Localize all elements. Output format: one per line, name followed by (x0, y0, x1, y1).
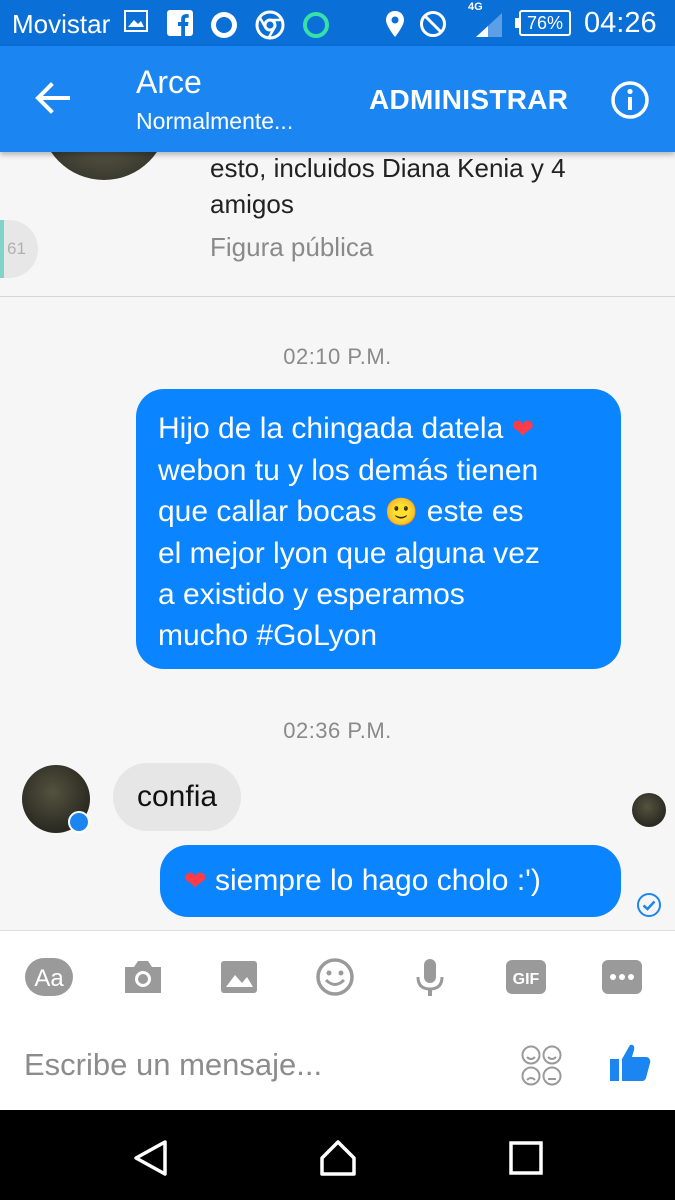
thumbs-up-like-icon[interactable] (608, 1041, 652, 1085)
timestamp: 02:10 P.M. (283, 344, 392, 369)
manage-button[interactable]: ADMINISTRAR (369, 84, 568, 116)
back-nav-icon[interactable] (131, 1138, 171, 1178)
app-bar: Arce Normalmente... ADMINISTRAR (0, 46, 675, 152)
home-nav-icon[interactable] (318, 1138, 358, 1178)
camera-icon[interactable] (121, 955, 165, 999)
message-line: el mejor lyon que alguna vez (158, 537, 540, 570)
location-icon (386, 11, 404, 37)
heart-emoji-icon: ❤ (511, 414, 535, 445)
stickers-icon[interactable] (521, 1045, 563, 1087)
seen-by-avatar (632, 793, 666, 827)
carrier-label: Movistar (12, 9, 111, 39)
conversation-subtitle: Normalmente... (136, 108, 294, 134)
gallery-notification-icon (124, 10, 148, 32)
conversation-title[interactable]: Arce (136, 64, 202, 101)
emoji-icon[interactable] (313, 955, 357, 999)
messenger-notification-icon (211, 12, 237, 38)
message-composer: Aa GIF Escribe un mensaje... (0, 930, 675, 1110)
chat-head-bubble[interactable]: 61 (0, 220, 38, 278)
message-list[interactable]: esto, incluidos Diana Kenia y 4 amigos F… (0, 152, 675, 930)
chrome-notification-icon (255, 10, 285, 40)
do-not-disturb-icon (420, 11, 446, 37)
profile-cover-avatar (40, 152, 168, 180)
message-line: que callar bocas 🙂 este es (158, 495, 524, 528)
status-bar: Movistar 4G 76% 04:26 (0, 0, 675, 46)
clock: 04:26 (584, 7, 657, 39)
message-bubble-outgoing[interactable]: ❤ siempre lo hago cholo :') (160, 845, 621, 917)
signal-icon (476, 13, 502, 37)
profile-stats-text: esto, incluidos Diana Kenia y 4 amigos (210, 153, 566, 219)
message-bubble-incoming[interactable]: confia (113, 763, 242, 831)
app-ring-notification-icon (303, 12, 329, 38)
gif-button[interactable]: GIF (504, 955, 548, 999)
message-line: mucho #GoLyon (158, 619, 378, 652)
more-icon[interactable] (600, 955, 644, 999)
svg-text:GIF: GIF (513, 971, 540, 988)
delivered-check-icon (637, 893, 661, 917)
messenger-badge-icon (68, 811, 90, 833)
message-line: Hijo de la chingada datela ❤ (158, 412, 535, 445)
image-icon[interactable] (217, 955, 261, 999)
system-navigation-bar (0, 1110, 675, 1200)
message-bubble-outgoing[interactable]: Hijo de la chingada datela ❤ webon tu y … (136, 389, 621, 669)
message-line: webon tu y los demás tienen (158, 454, 539, 487)
info-icon[interactable] (610, 80, 650, 120)
profile-category: Figura pública (210, 232, 374, 262)
facebook-notification-icon (167, 10, 193, 36)
profile-divider (0, 296, 675, 297)
heart-emoji-icon: ❤ (184, 866, 207, 897)
message-input[interactable]: Escribe un mensaje... (24, 1047, 322, 1083)
message-line: a existido y esperamos (158, 578, 465, 611)
recents-nav-icon[interactable] (506, 1138, 546, 1178)
svg-text:Aa: Aa (34, 965, 64, 992)
back-arrow-icon[interactable] (34, 82, 70, 114)
text-format-button[interactable]: Aa (25, 955, 73, 999)
microphone-icon[interactable] (408, 955, 452, 999)
smile-emoji-icon: 🙂 (384, 497, 419, 528)
battery-indicator: 76% (515, 10, 571, 36)
timestamp: 02:36 P.M. (283, 718, 392, 743)
